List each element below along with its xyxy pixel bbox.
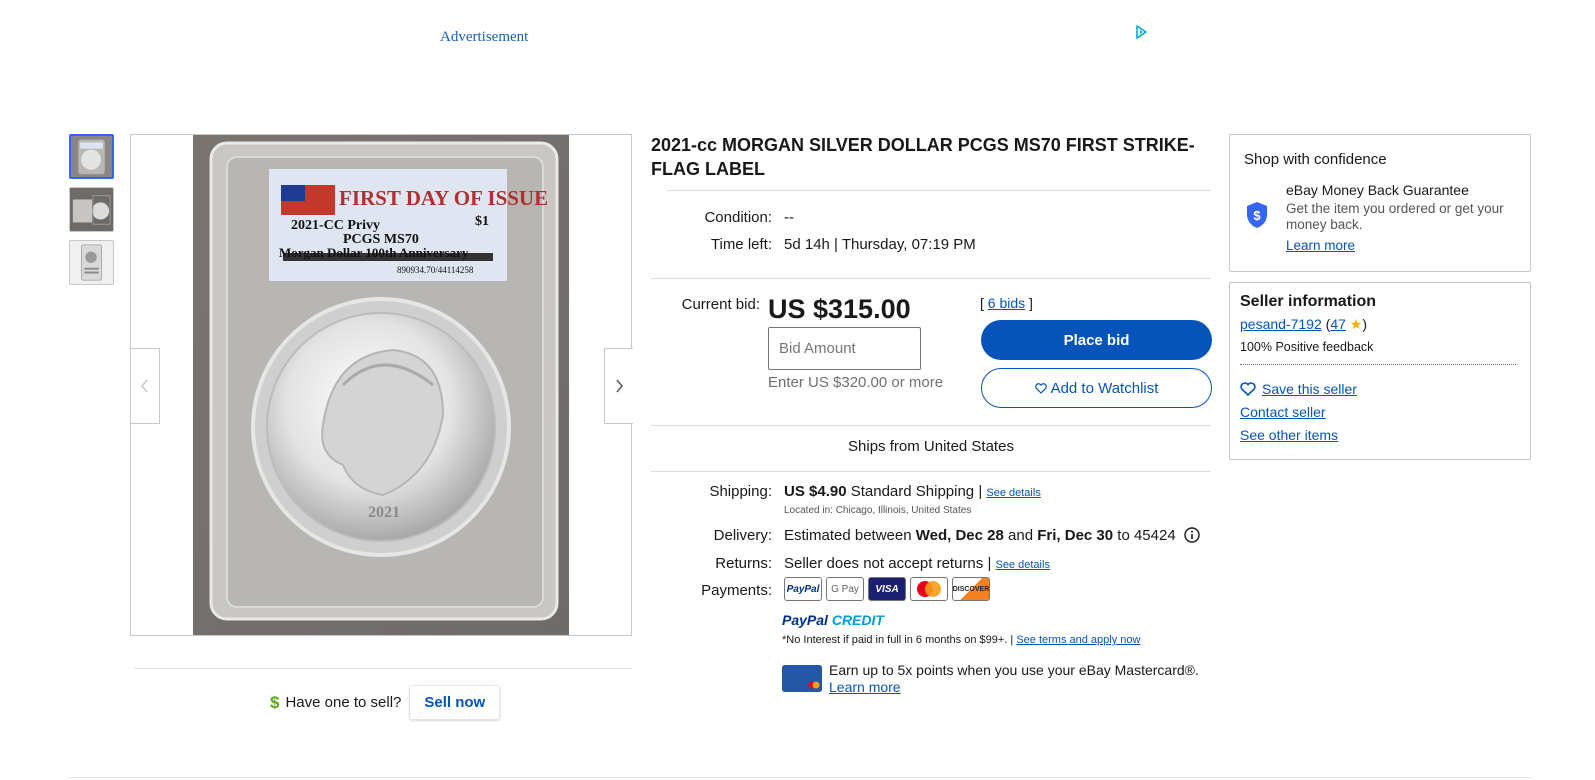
- positive-feedback: 100% Positive feedback: [1240, 340, 1374, 354]
- ships-from: Ships from United States: [848, 438, 1014, 455]
- title-divider: [667, 190, 1211, 191]
- chevron-left-icon: [141, 379, 148, 393]
- main-image-gallery[interactable]: FIRST DAY OF ISSUE 2021-CC Privy $1 PCGS…: [130, 134, 633, 636]
- shield-icon: $: [1247, 202, 1267, 228]
- gallery-divider: [134, 668, 632, 669]
- mastercard-logo: [910, 577, 948, 601]
- bid-divider-top: [651, 278, 1211, 279]
- label-dollar: $1: [475, 214, 489, 229]
- money-back-guarantee-desc: Get the item you ordered or get your mon…: [1286, 201, 1504, 232]
- shipping-value: US $4.90 Standard Shipping | See details: [784, 483, 1041, 500]
- ebay-mastercard-icon: [782, 665, 822, 692]
- mbg-learn-more-link[interactable]: Learn more: [1286, 238, 1355, 253]
- gallery-next-button[interactable]: [604, 348, 633, 424]
- current-bid-value: US $315.00: [768, 294, 911, 324]
- item-location: Located in: Chicago, Illinois, United St…: [784, 505, 972, 516]
- google-pay-logo: G Pay: [826, 577, 864, 601]
- bids-link[interactable]: 6 bids: [988, 295, 1025, 311]
- returns-see-details-link[interactable]: See details: [996, 559, 1050, 571]
- contact-seller-link[interactable]: Contact seller: [1240, 404, 1326, 420]
- bid-hint: Enter US $320.00 or more: [768, 374, 944, 391]
- time-left-value: 5d 14h | Thursday, 07:19 PM: [784, 236, 976, 253]
- thumbnail-1[interactable]: [69, 134, 114, 179]
- seller-name-line: pesand-7192 (47 ★): [1240, 316, 1368, 332]
- page-bottom-divider: [69, 777, 1531, 778]
- advertisement-label: Advertisement: [440, 29, 529, 45]
- delivery-to: Fri, Dec 30: [1037, 527, 1114, 544]
- thumbnail-3[interactable]: [69, 240, 114, 285]
- heart-icon: [1240, 382, 1256, 396]
- ships-divider-top: [651, 425, 1211, 426]
- item-title: 2021-cc MORGAN SILVER DOLLAR PCGS MS70 F…: [651, 135, 1195, 179]
- delivery-value: Estimated between Wed, Dec 28 and Fri, D…: [784, 527, 1200, 544]
- bids-count: [ 6 bids ]: [980, 295, 1033, 311]
- shipping-method: Standard Shipping |: [850, 483, 983, 500]
- visa-logo: VISA: [868, 577, 906, 601]
- discover-logo: DISCOVER: [952, 577, 990, 601]
- ships-divider-bottom: [651, 471, 1211, 472]
- have-one-to-sell: $ Have one to sell? Sell now: [270, 685, 501, 720]
- svg-text:$: $: [1253, 208, 1261, 223]
- dollar-icon: $: [270, 692, 280, 712]
- label-cert: 890934.70/44114258: [397, 265, 474, 275]
- info-icon[interactable]: [1184, 527, 1200, 543]
- no-interest-text: *No Interest if paid in full in 6 months…: [782, 634, 1141, 646]
- mastercard-learn-more-link[interactable]: Learn more: [829, 679, 901, 695]
- coin-photo: FIRST DAY OF ISSUE 2021-CC Privy $1 PCGS…: [193, 135, 569, 635]
- sell-now-button[interactable]: Sell now: [409, 685, 501, 720]
- paypal-logo: PayPal: [784, 577, 822, 601]
- watchlist-label: Add to Watchlist: [1050, 379, 1159, 397]
- paypal-credit-logo: PayPal CREDIT: [782, 612, 884, 628]
- current-bid-label: Current bid:: [681, 296, 760, 313]
- seller-divider: [1240, 364, 1516, 365]
- bid-amount-input[interactable]: [768, 327, 921, 370]
- chevron-right-icon: [616, 379, 623, 393]
- money-back-guarantee-title: eBay Money Back Guarantee: [1286, 182, 1469, 198]
- thumbnail-2[interactable]: [69, 187, 114, 232]
- returns-label: Returns:: [715, 555, 772, 572]
- mastercard-promo: Earn up to 5x points when you use your e…: [829, 662, 1199, 695]
- label-anniversary: Morgan Dollar 100th Anniversary: [279, 245, 469, 260]
- svg-text:2021: 2021: [368, 504, 400, 521]
- seller-name-link[interactable]: pesand-7192: [1240, 316, 1322, 332]
- time-left-label: Time left:: [710, 236, 772, 253]
- feedback-count-link[interactable]: 47: [1330, 316, 1346, 332]
- see-other-items-link[interactable]: See other items: [1240, 427, 1338, 443]
- save-seller-link[interactable]: Save this seller: [1240, 381, 1357, 397]
- star-icon: ★: [1349, 316, 1363, 332]
- label-privy: 2021-CC Privy: [291, 218, 380, 233]
- seller-info-title: Seller information: [1240, 293, 1377, 310]
- returns-value: Seller does not accept returns | See det…: [784, 555, 1050, 572]
- label-first-day: FIRST DAY OF ISSUE: [339, 186, 548, 210]
- add-to-watchlist-button[interactable]: Add to Watchlist: [981, 368, 1212, 408]
- shipping-label: Shipping:: [709, 483, 772, 500]
- shipping-price: US $4.90: [784, 483, 847, 500]
- have-one-label: Have one to sell?: [285, 694, 402, 711]
- place-bid-button[interactable]: Place bid: [981, 320, 1212, 360]
- gallery-prev-button[interactable]: [131, 348, 160, 424]
- ad-choices-icon[interactable]: [1133, 24, 1149, 40]
- confidence-title: Shop with confidence: [1244, 151, 1387, 168]
- see-terms-link[interactable]: See terms and apply now: [1016, 634, 1140, 646]
- shipping-see-details-link[interactable]: See details: [986, 487, 1040, 499]
- delivery-from: Wed, Dec 28: [915, 527, 1004, 544]
- payments-label: Payments:: [701, 582, 772, 599]
- heart-icon: [1034, 382, 1047, 394]
- condition-label: Condition:: [704, 209, 772, 226]
- delivery-label: Delivery:: [713, 527, 772, 544]
- condition-value: --: [784, 209, 794, 226]
